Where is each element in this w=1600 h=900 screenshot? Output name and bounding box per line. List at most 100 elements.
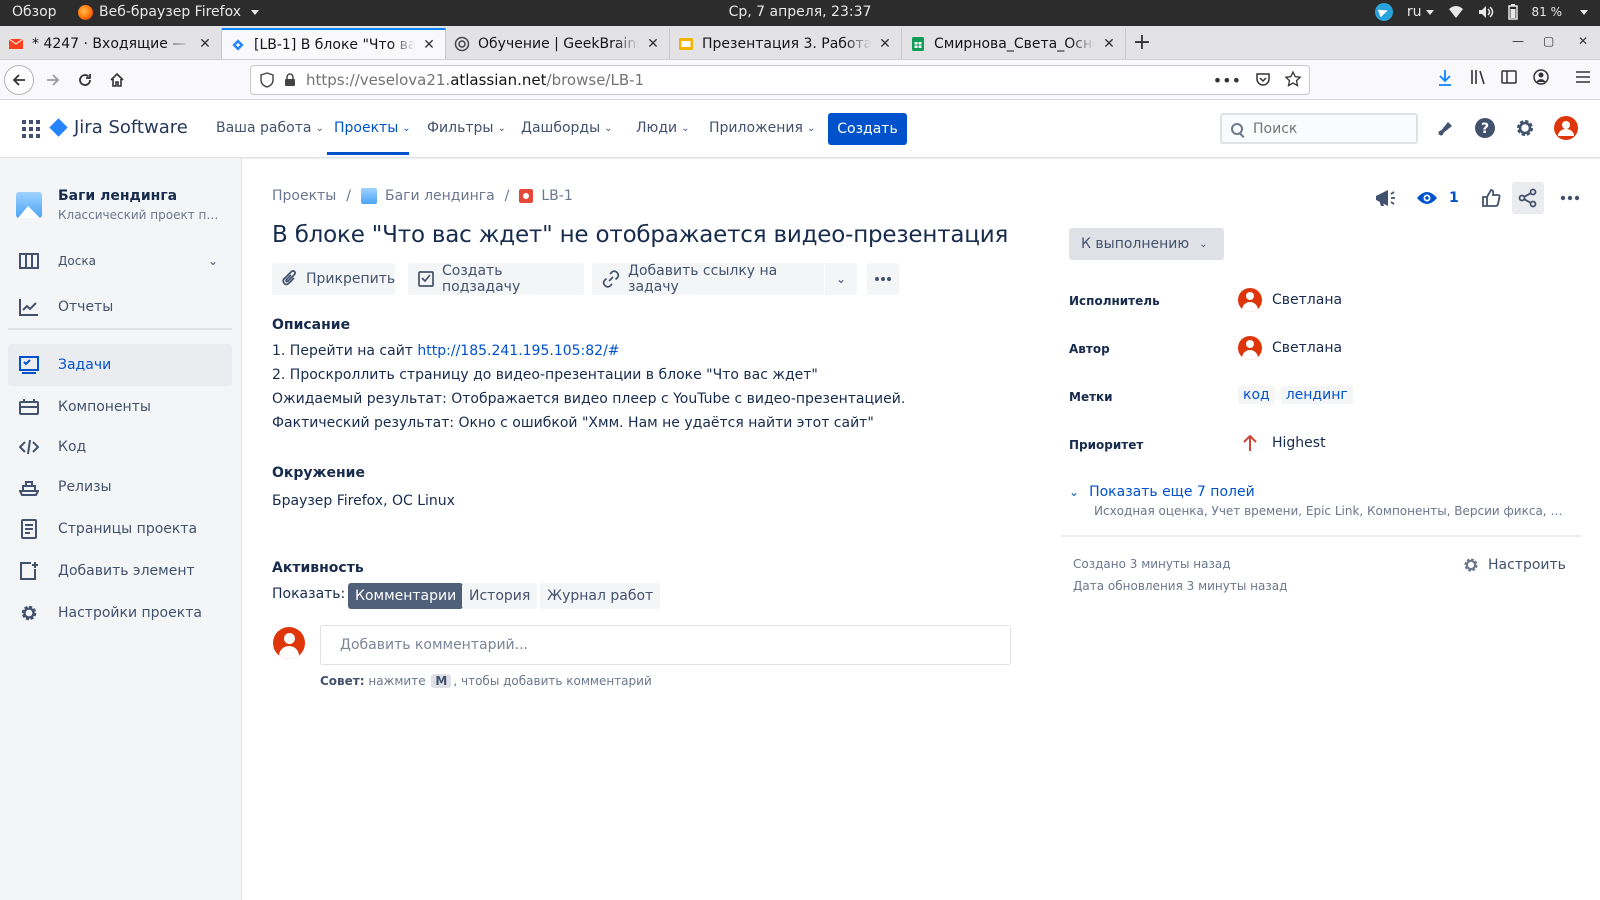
- settings-button[interactable]: [1513, 116, 1537, 140]
- labels-value[interactable]: код лендинг: [1238, 386, 1359, 404]
- minimize-button[interactable]: —: [1512, 34, 1524, 48]
- close-icon[interactable]: ✕: [421, 37, 437, 53]
- forward-button[interactable]: [38, 65, 68, 95]
- menu-apps[interactable]: Приложения ⌄: [709, 120, 815, 136]
- filter-history[interactable]: История: [462, 583, 538, 609]
- breadcrumb-projects[interactable]: Проекты: [272, 188, 336, 204]
- sidebar-item-add-item[interactable]: Добавить элемент: [8, 550, 232, 592]
- search-box[interactable]: [1220, 113, 1418, 144]
- sidebar-item-reports[interactable]: Отчеты: [8, 286, 232, 328]
- reporter-value[interactable]: Светлана: [1238, 336, 1342, 360]
- comment-input[interactable]: [320, 625, 1011, 665]
- link-issue-button[interactable]: Добавить ссылку на задачу: [592, 263, 824, 295]
- browser-tab[interactable]: * 4247 · Входящие — Ян ✕: [0, 28, 222, 59]
- configure-button[interactable]: Настроить: [1462, 556, 1566, 574]
- close-icon[interactable]: ✕: [197, 36, 213, 52]
- browser-tab-active[interactable]: [LB-1] В блоке "Что вас ж ✕: [222, 28, 446, 59]
- app-switcher-icon[interactable]: [22, 120, 40, 138]
- breadcrumb-project[interactable]: Баги лендинга: [385, 188, 495, 204]
- sidebar-item-code[interactable]: Код: [8, 426, 232, 468]
- activities-button[interactable]: Обзор: [12, 4, 57, 20]
- url-bar[interactable]: https://veselova21.atlassian.net/browse/…: [250, 65, 1310, 95]
- sidebar-item-project-pages[interactable]: Страницы проекта: [8, 508, 232, 550]
- sidebar-item-releases[interactable]: Релизы: [8, 466, 232, 508]
- project-header[interactable]: Баги лендинга Классический проект по р..…: [16, 188, 220, 222]
- sidebar-item-board[interactable]: Доска ⌄: [8, 240, 232, 282]
- search-input[interactable]: [1253, 120, 1403, 137]
- account-icon[interactable]: [1533, 69, 1549, 85]
- profile-button[interactable]: [1554, 116, 1578, 140]
- label-chip[interactable]: код: [1238, 386, 1275, 404]
- bookmark-star-icon[interactable]: [1285, 71, 1301, 87]
- shield-icon[interactable]: [260, 72, 274, 88]
- arrow-right-icon: [47, 74, 60, 86]
- more-actions-button[interactable]: [1560, 186, 1580, 210]
- chevron-down-icon[interactable]: ⌄: [208, 254, 218, 268]
- give-feedback-button[interactable]: [1374, 186, 1396, 210]
- vote-button[interactable]: [1481, 186, 1501, 210]
- system-tray[interactable]: ru 81 %: [1374, 3, 1588, 21]
- page-actions-icon[interactable]: •••: [1213, 71, 1241, 90]
- browser-tab[interactable]: Смирнова_Света_Основ ✕: [902, 28, 1126, 59]
- chevron-down-icon: ⌄: [1199, 238, 1208, 250]
- close-icon[interactable]: ✕: [645, 36, 661, 52]
- description-step-1[interactable]: 1. Перейти на сайт http://185.241.195.10…: [272, 343, 620, 359]
- sidebar-item-issues[interactable]: Задачи: [8, 344, 232, 386]
- show-more-fields-link[interactable]: ⌄ Показать еще 7 полей: [1069, 484, 1568, 500]
- keyboard-layout[interactable]: ru: [1407, 4, 1434, 20]
- menu-dashboards[interactable]: Дашборды ⌄: [521, 120, 613, 136]
- arrow-up-icon: [1243, 434, 1257, 451]
- close-window-button[interactable]: ✕: [1578, 34, 1588, 48]
- show-more-fields[interactable]: ⌄ Показать еще 7 полей Исходная оценка, …: [1069, 484, 1568, 518]
- label-chip[interactable]: лендинг: [1280, 386, 1353, 404]
- sidebar-item-label: Код: [58, 439, 87, 455]
- app-menu[interactable]: Веб-браузер Firefox: [78, 4, 260, 20]
- browser-tab[interactable]: Презентация 3. Работа с ✕: [670, 28, 902, 59]
- watch-button[interactable]: 1: [1416, 186, 1459, 210]
- issue-title[interactable]: В блоке "Что вас ждет" не отображается в…: [272, 222, 1008, 248]
- breadcrumb-issue-key[interactable]: LB-1: [541, 188, 572, 204]
- library-icon[interactable]: [1470, 69, 1488, 85]
- filter-worklog[interactable]: Журнал работ: [540, 583, 661, 609]
- link-issue-dropdown[interactable]: ⌄: [825, 263, 857, 295]
- notifications-button[interactable]: [1433, 116, 1457, 140]
- share-button[interactable]: [1512, 182, 1544, 214]
- jira-logo[interactable]: Jira Software: [49, 117, 188, 138]
- maximize-button[interactable]: ▢: [1543, 34, 1554, 48]
- priority-value[interactable]: Highest: [1238, 434, 1326, 452]
- chevron-down-icon: ⌄: [497, 122, 506, 134]
- site-link[interactable]: http://185.241.195.105:82/#: [417, 343, 619, 359]
- browser-tab[interactable]: Обучение | GeekBrains - ✕: [446, 28, 670, 59]
- sidebar-item-label: Страницы проекта: [58, 521, 198, 537]
- pocket-icon[interactable]: [1255, 71, 1271, 87]
- project-sidebar: Баги лендинга Классический проект по р..…: [0, 158, 242, 900]
- downloads-icon[interactable]: [1437, 69, 1453, 87]
- hamburger-menu-icon[interactable]: [1575, 69, 1591, 85]
- sidebar-item-project-settings[interactable]: Настройки проекта: [8, 592, 232, 634]
- create-button[interactable]: Создать: [828, 113, 907, 145]
- attach-button[interactable]: Прикрепить: [272, 263, 395, 295]
- reload-button[interactable]: [70, 65, 100, 95]
- menu-projects[interactable]: Проекты ⌄: [334, 120, 411, 136]
- lock-icon[interactable]: [284, 73, 296, 87]
- status-dropdown[interactable]: К выполнению ⌄: [1069, 228, 1224, 260]
- environment-value[interactable]: Браузер Firefox, ОС Linux: [272, 493, 455, 509]
- assignee-value[interactable]: Светлана: [1238, 288, 1342, 312]
- filter-comments[interactable]: Комментарии: [348, 583, 464, 609]
- sidebar-toggle-icon[interactable]: [1501, 69, 1517, 85]
- more-actions-button[interactable]: [867, 263, 899, 295]
- close-icon[interactable]: ✕: [1101, 36, 1117, 52]
- chevron-down-icon: ⌄: [806, 122, 816, 134]
- create-subtask-button[interactable]: Создать подзадачу: [408, 263, 584, 295]
- menu-filters[interactable]: Фильтры ⌄: [427, 120, 506, 136]
- sidebar-item-label: Релизы: [58, 479, 112, 495]
- home-button[interactable]: [102, 65, 132, 95]
- back-button[interactable]: [4, 65, 34, 95]
- menu-your-work[interactable]: Ваша работа ⌄: [216, 120, 324, 136]
- sidebar-item-components[interactable]: Компоненты: [8, 386, 232, 428]
- close-icon[interactable]: ✕: [877, 36, 893, 52]
- menu-people[interactable]: Люди ⌄: [636, 120, 689, 136]
- help-button[interactable]: ?: [1473, 116, 1497, 140]
- new-tab-button[interactable]: +: [1130, 31, 1154, 55]
- telegram-icon[interactable]: [1374, 3, 1393, 21]
